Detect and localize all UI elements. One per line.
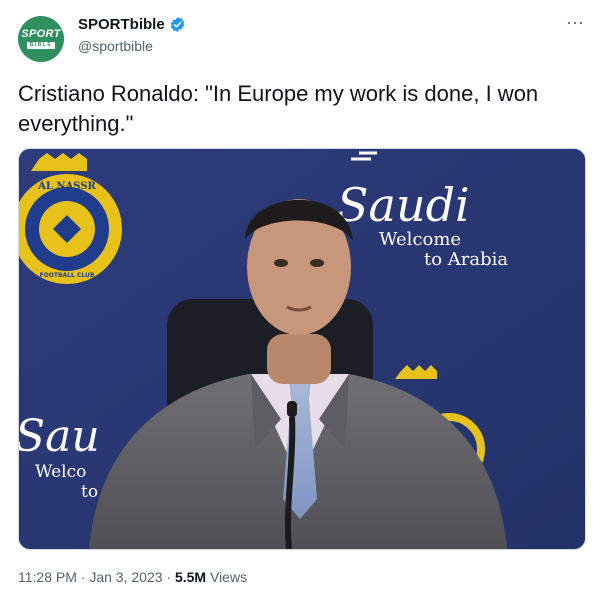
tweet-metadata: 11:28 PM · Jan 3, 2023 · 5.5M Views [18, 569, 247, 585]
meta-separator: · [162, 569, 175, 585]
account-name-row: SPORTbible [78, 16, 186, 33]
avatar-logo-text: SPORT [21, 28, 61, 40]
backdrop-line2: to Arabia [424, 249, 508, 270]
press-conference-photo: AL NASSR FOOTBALL CLUB Saudi Welcome to … [19, 149, 585, 549]
avatar-logo-subtext: BIBLE [26, 42, 56, 49]
backdrop-line2-partial: to [81, 482, 98, 502]
display-name[interactable]: SPORTbible [78, 16, 165, 33]
views-label: Views [206, 569, 248, 585]
backdrop-brand-partial: Sau [19, 411, 100, 462]
tweet-media-image[interactable]: AL NASSR FOOTBALL CLUB Saudi Welcome to … [18, 148, 586, 550]
club-badge-text: AL NASSR [37, 181, 96, 192]
avatar[interactable]: SPORT BIBLE [18, 16, 64, 62]
views-count: 5.5M [174, 569, 207, 585]
backdrop-line1-partial: Welco [35, 462, 86, 482]
more-options-icon[interactable]: ··· [566, 13, 584, 31]
verified-badge-icon [170, 17, 184, 32]
tweet-text: Cristiano Ronaldo: "In Europe my work is… [18, 81, 539, 136]
account-handle[interactable]: @sportbible [78, 38, 153, 54]
club-badge-subtext: FOOTBALL CLUB [40, 272, 95, 279]
backdrop-line1: Welcome [379, 229, 461, 250]
tweet-time[interactable]: 11:28 PM [18, 569, 77, 585]
meta-separator: · [76, 569, 90, 585]
backdrop-brand: Saudi [337, 178, 470, 232]
tweet-date[interactable]: Jan 3, 2023 [89, 569, 162, 585]
